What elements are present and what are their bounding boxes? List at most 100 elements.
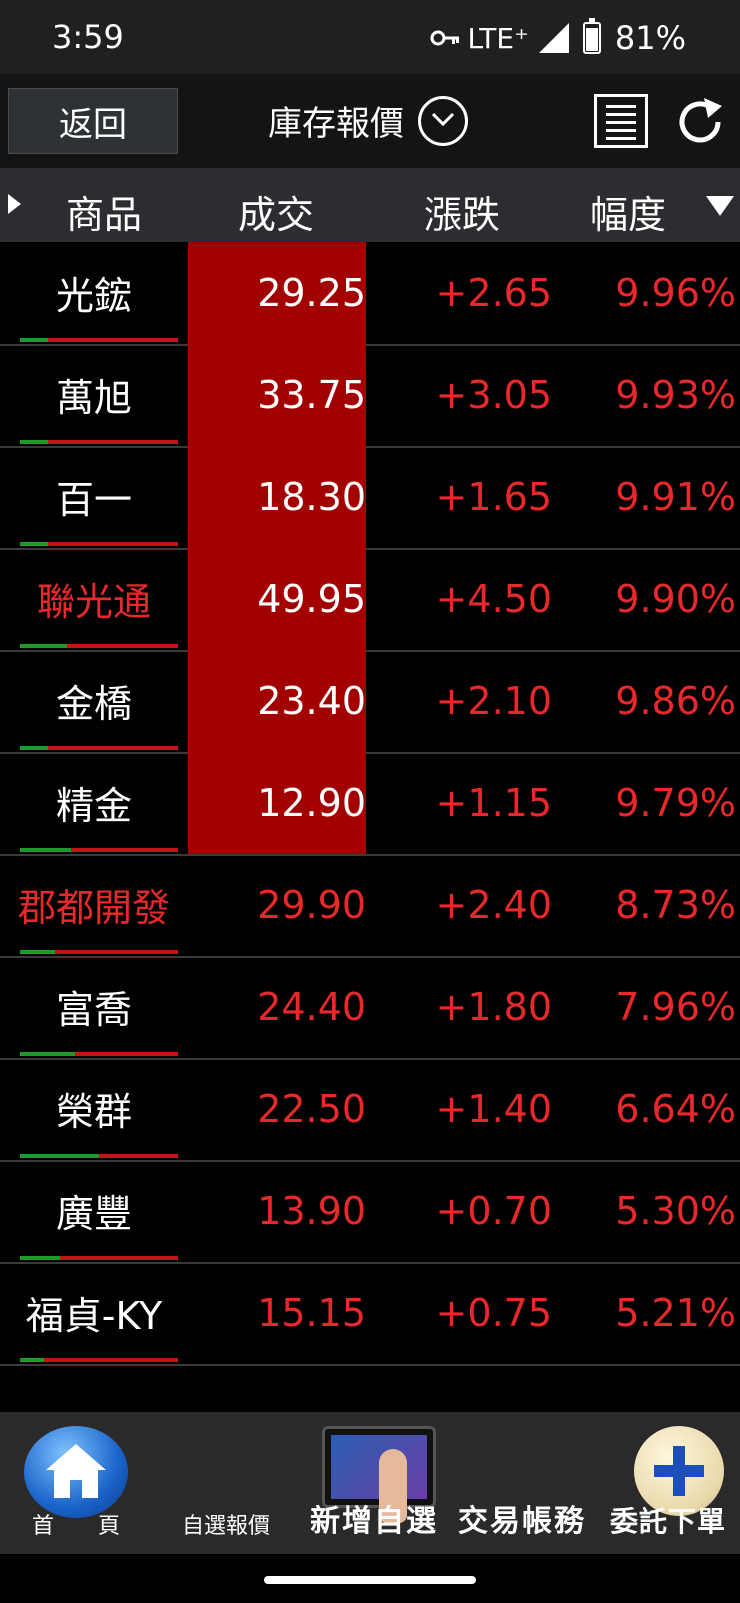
stock-name: 聯光通 [36,579,151,624]
stock-name: 富喬 [55,987,132,1032]
status-icons: LTE⁺ 81% [430,18,686,58]
price-change: +1.40 [435,1087,552,1131]
last-price: 29.90 [257,883,366,927]
nav-account[interactable]: 交易帳務 [448,1412,596,1554]
column-price[interactable]: 成交 [238,184,314,239]
network-type: LTE⁺ [467,21,529,55]
price-change: +2.40 [435,883,552,927]
app-header: 返回 庫存報價 [0,74,740,168]
nav-home-label: 首 頁 [31,1514,120,1539]
volume-ratio-bar [20,338,178,342]
table-row[interactable]: 萬旭 33.75 +3.05 9.93% [0,344,740,448]
list-view-icon[interactable] [594,94,648,148]
quote-list[interactable]: 光鋐 29.25 +2.65 9.96% 萬旭 33.75 +3.05 9.93% 百一 18.3… [0,242,740,1412]
change-percent: 9.93% [615,373,736,417]
table-row[interactable]: 聯光通 49.95 +4.50 9.90% [0,548,740,652]
last-price: 22.50 [257,1087,366,1131]
nav-quotes[interactable]: 自選報價 [152,1412,436,1554]
price-change: +1.80 [435,985,552,1029]
chevron-down-icon[interactable] [418,96,468,146]
stock-name: 金橋 [55,681,132,726]
column-change[interactable]: 漲跌 [424,184,500,239]
signal-icon [538,23,569,53]
change-percent: 9.91% [615,475,736,519]
battery-percent: 81% [614,19,686,57]
table-row[interactable]: 精金 12.90 +1.15 9.79% [0,752,740,856]
last-price: 24.40 [257,985,366,1029]
home-icon [24,1426,128,1518]
nav-order[interactable]: 委託下單 [596,1412,740,1554]
last-price: 29.25 [188,242,366,344]
home-indicator[interactable] [264,1576,476,1584]
volume-ratio-bar [20,1256,178,1260]
stock-name: 百一 [55,477,132,522]
price-change: +2.65 [435,271,552,315]
stock-name: 萬旭 [55,375,132,420]
volume-ratio-bar [20,1052,178,1056]
change-percent: 5.30% [615,1189,736,1233]
last-price: 49.95 [188,548,366,650]
change-percent: 9.86% [615,679,736,723]
change-percent: 5.21% [615,1291,736,1335]
column-percent[interactable]: 幅度 [590,184,666,239]
table-row[interactable]: 富喬 24.40 +1.80 7.96% [0,956,740,1060]
stock-name: 郡都開發 [17,885,170,930]
table-row[interactable]: 榮群 22.50 +1.40 6.64% [0,1058,740,1162]
stock-name: 精金 [55,783,132,828]
change-percent: 7.96% [615,985,736,1029]
volume-ratio-bar [20,542,178,546]
battery-icon [582,18,601,54]
price-change: +0.70 [435,1189,552,1233]
last-price: 23.40 [188,650,366,752]
last-price: 33.75 [188,344,366,446]
price-change: +1.15 [435,781,552,825]
status-time: 3:59 [52,18,124,56]
volume-ratio-bar [20,746,178,750]
last-price: 12.90 [188,752,366,854]
table-row[interactable]: 福貞-KY 15.15 +0.75 5.21% [0,1262,740,1366]
last-price: 13.90 [257,1189,366,1233]
table-row[interactable]: 百一 18.30 +1.65 9.91% [0,446,740,550]
stock-name: 福貞-KY [25,1293,163,1338]
change-percent: 8.73% [615,883,736,927]
nav-add-watchlist[interactable]: 新增自選 [300,1412,724,1554]
vpn-key-icon [430,30,459,46]
nav-home[interactable]: 首 頁 [0,1412,152,1554]
volume-ratio-bar [20,1358,178,1362]
back-button[interactable]: 返回 [8,88,178,154]
volume-ratio-bar [20,1154,178,1158]
stock-name: 光鋐 [55,273,132,318]
column-header-row: 商品 成交 漲跌 幅度 [0,168,740,242]
column-product[interactable]: 商品 [66,184,142,239]
status-bar: 3:59 LTE⁺ 81% [0,0,740,74]
last-price: 15.15 [257,1291,366,1335]
price-change: +2.10 [435,679,552,723]
expand-arrow-icon[interactable] [8,194,21,214]
page-title[interactable]: 庫存報價 [268,96,404,145]
table-row[interactable]: 金橋 23.40 +2.10 9.86% [0,650,740,754]
stock-name: 廣豐 [55,1191,132,1236]
nav-add-label: 新增自選 [310,1504,438,1539]
nav-quotes-label: 自選報價 [181,1514,270,1539]
last-price: 18.30 [188,446,366,548]
table-row[interactable]: 光鋐 29.25 +2.65 9.96% [0,242,740,346]
price-change: +0.75 [435,1291,552,1335]
stock-name: 榮群 [55,1089,132,1134]
price-change: +1.65 [435,475,552,519]
change-percent: 6.64% [615,1087,736,1131]
sort-down-icon[interactable] [706,196,734,216]
table-row[interactable]: 廣豐 13.90 +0.70 5.30% [0,1160,740,1264]
change-percent: 9.79% [615,781,736,825]
nav-account-label: 交易帳務 [458,1504,586,1539]
volume-ratio-bar [20,950,178,954]
volume-ratio-bar [20,848,178,852]
price-change: +3.05 [435,373,552,417]
change-percent: 9.90% [615,577,736,621]
volume-ratio-bar [20,644,178,648]
price-change: +4.50 [435,577,552,621]
volume-ratio-bar [20,440,178,444]
table-row[interactable]: 郡都開發 29.90 +2.40 8.73% [0,854,740,958]
refresh-icon[interactable] [672,94,728,150]
change-percent: 9.96% [615,271,736,315]
nav-order-label: 委託下單 [609,1505,726,1538]
